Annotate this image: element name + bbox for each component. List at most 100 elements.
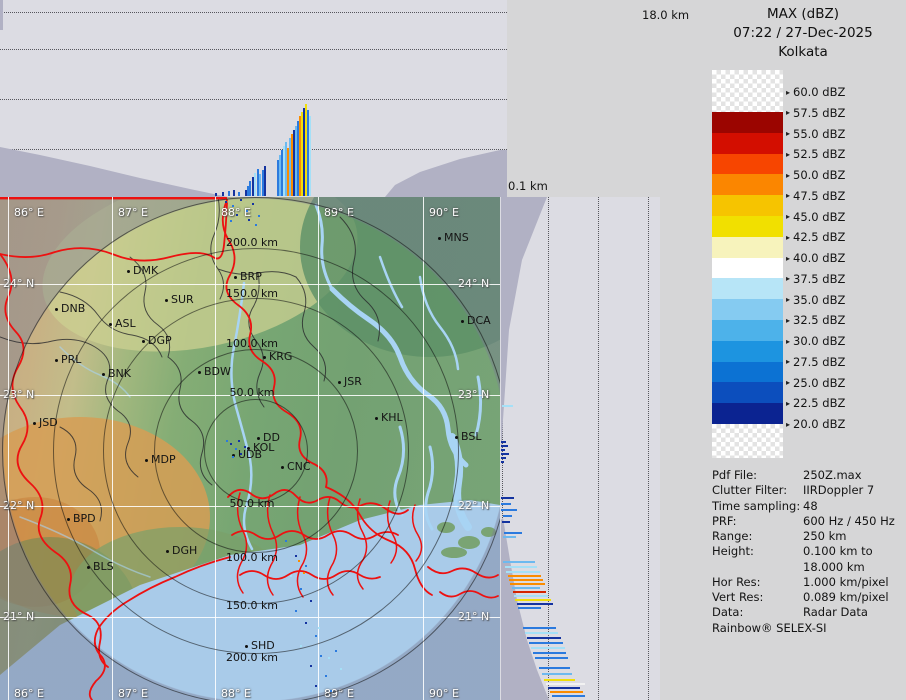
legend-arrow-icon: ▸ — [786, 399, 790, 408]
echo-speck — [295, 610, 297, 612]
info-label: Pdf File: — [712, 468, 757, 482]
city-marker — [438, 237, 441, 240]
city-marker — [281, 466, 284, 469]
echo-bar-horizontal — [501, 497, 514, 499]
city-label: JSD — [39, 416, 58, 429]
info-value: 600 Hz / 450 Hz — [803, 514, 895, 528]
city-marker — [245, 645, 248, 648]
lat-label-left: 21° N — [3, 610, 34, 623]
echo-bar-horizontal — [503, 515, 512, 517]
legend-color-band — [712, 362, 783, 383]
legend-header: MAX (dBZ) 07:22 / 27-Dec-2025 Kolkata — [700, 6, 906, 60]
product-info-block: Rainbow® SELEX-SI Pdf File:250Z.maxClutt… — [712, 468, 906, 648]
legend-arrow-icon: ▸ — [786, 337, 790, 346]
legend-dbz-label: ▸37.5 dBZ — [786, 272, 845, 286]
colorbar-transparent-top — [712, 70, 783, 112]
echo-speck — [310, 665, 312, 667]
legend-dbz-text: 20.0 dBZ — [793, 417, 845, 431]
city-marker — [257, 437, 260, 440]
legend-color-band — [712, 216, 783, 237]
radar-map-canvas[interactable]: 86° E86° E87° E87° E88° E88° E89° E89° E… — [0, 197, 500, 700]
legend-color-band — [712, 112, 783, 133]
legend-arrow-icon: ▸ — [786, 88, 790, 97]
city-label: DGP — [148, 334, 172, 347]
echo-speck — [305, 622, 307, 624]
echo-bar-horizontal — [533, 652, 566, 654]
legend-dbz-text: 22.5 dBZ — [793, 396, 845, 410]
city-marker — [55, 359, 58, 362]
echo-speck — [310, 600, 312, 602]
echo-speck — [285, 540, 287, 542]
echo-bar-horizontal — [503, 561, 535, 563]
info-value: Radar Data — [803, 605, 868, 619]
echo-bar-horizontal — [514, 595, 548, 597]
city-label: BSL — [461, 430, 481, 443]
echo-bar-vertical — [222, 192, 224, 196]
city-label: SHD — [251, 639, 275, 652]
city-label: BPD — [73, 512, 96, 525]
echo-bar-horizontal — [501, 503, 511, 505]
legend-dbz-text: 50.0 dBZ — [793, 168, 845, 182]
city-label: BNK — [108, 367, 131, 380]
product-title: MAX (dBZ) — [700, 6, 906, 22]
echo-bar-horizontal — [550, 691, 583, 693]
legend-dbz-label: ▸22.5 dBZ — [786, 396, 845, 410]
info-label: Data: — [712, 605, 743, 619]
lat-label-right: 21° N — [458, 610, 489, 623]
lat-label-right: 24° N — [458, 277, 489, 290]
legend-dbz-text: 37.5 dBZ — [793, 272, 845, 286]
echo-speck — [252, 203, 254, 205]
echo-speck — [335, 650, 337, 652]
dbz-colorbar — [712, 70, 783, 458]
echo-speck — [315, 685, 317, 687]
echo-cross-section-ns — [500, 197, 660, 700]
range-ring-label: 50.0 km — [222, 386, 282, 399]
echo-speck — [226, 440, 228, 442]
legend-dbz-label: ▸55.0 dBZ — [786, 127, 845, 141]
legend-arrow-icon: ▸ — [786, 357, 790, 366]
city-marker — [338, 381, 341, 384]
echo-bar-horizontal — [501, 509, 517, 511]
legend-color-band — [712, 403, 783, 424]
legend-dbz-text: 35.0 dBZ — [793, 293, 845, 307]
echo-speck — [240, 453, 242, 455]
legend-color-band — [712, 237, 783, 258]
city-label: ASL — [115, 317, 136, 330]
legend-color-band — [712, 258, 783, 279]
echo-bar-horizontal — [523, 627, 556, 629]
echo-speck — [300, 588, 302, 590]
city-marker — [166, 550, 169, 553]
lon-label-bottom: 86° E — [14, 687, 44, 700]
legend-arrow-icon: ▸ — [786, 191, 790, 200]
info-value: 250Z.max — [803, 468, 862, 482]
city-marker — [145, 459, 148, 462]
echo-speck — [238, 440, 240, 442]
city-label: BLS — [93, 560, 114, 573]
legend-dbz-text: 45.0 dBZ — [793, 210, 845, 224]
echo-bar-horizontal — [501, 441, 506, 443]
echo-bar-vertical — [309, 116, 311, 196]
lat-label-left: 24° N — [3, 277, 34, 290]
echo-bar-horizontal — [517, 603, 553, 605]
echo-bar-horizontal — [501, 449, 505, 451]
city-marker — [198, 371, 201, 374]
legend-dbz-text: 32.5 dBZ — [793, 313, 845, 327]
echo-bar-vertical — [249, 181, 251, 196]
echo-bar-vertical — [254, 173, 256, 196]
legend-dbz-label: ▸57.5 dBZ — [786, 106, 845, 120]
legend-dbz-text: 55.0 dBZ — [793, 127, 845, 141]
legend-dbz-text: 60.0 dBZ — [793, 85, 845, 99]
echo-bar-horizontal — [510, 583, 545, 585]
echo-speck — [320, 655, 322, 657]
echo-bar-horizontal — [539, 667, 570, 669]
city-label: DGH — [172, 544, 197, 557]
height-max-label: 18.0 km — [642, 8, 689, 22]
city-label: KHL — [381, 411, 403, 424]
city-label: JSR — [344, 375, 362, 388]
legend-dbz-label: ▸27.5 dBZ — [786, 355, 845, 369]
lon-label-top: 86° E — [14, 206, 44, 219]
echo-bar-horizontal — [505, 566, 537, 568]
echo-speck — [244, 446, 246, 448]
echo-bar-horizontal — [525, 632, 558, 634]
range-ring-label: 200.0 km — [222, 236, 282, 249]
